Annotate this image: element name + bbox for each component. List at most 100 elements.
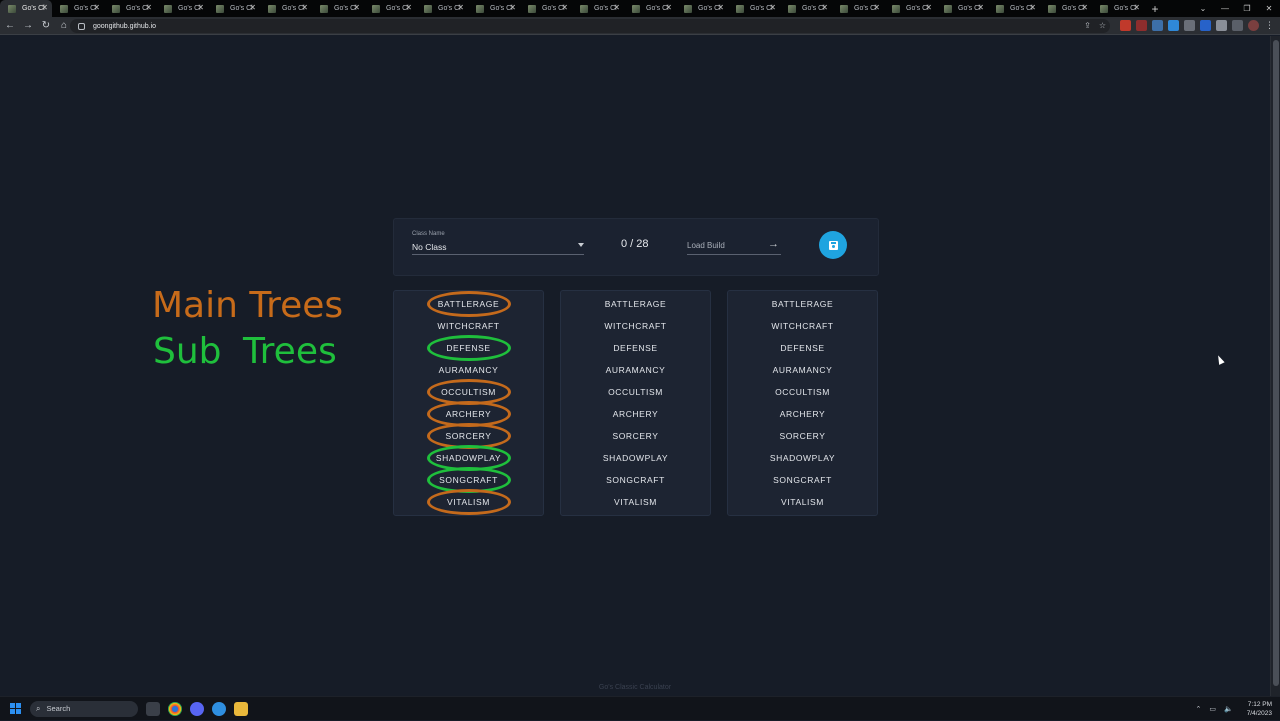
browser-tab[interactable]: Go's Cl ✕: [884, 0, 936, 17]
browser-tab[interactable]: Go's Cl ✕: [0, 0, 52, 17]
tab-close-icon[interactable]: ✕: [405, 3, 412, 13]
browser-tab[interactable]: Go's Cl ✕: [156, 0, 208, 17]
bookmark-star-icon[interactable]: ☆: [1099, 21, 1106, 30]
extension-icon[interactable]: [1152, 20, 1163, 31]
discord-taskbar-icon[interactable]: [190, 701, 204, 716]
tab-close-icon[interactable]: ✕: [353, 3, 360, 13]
tab-close-icon[interactable]: ✕: [41, 3, 48, 13]
tab-close-icon[interactable]: ✕: [1081, 3, 1088, 13]
browser-tab[interactable]: Go's Cl ✕: [780, 0, 832, 17]
tree-item-witchcraft[interactable]: WITCHCRAFT: [561, 315, 710, 337]
extension-icon[interactable]: [1184, 20, 1195, 31]
forward-icon[interactable]: →: [20, 18, 36, 34]
volume-icon[interactable]: 🔈: [1224, 705, 1233, 713]
new-tab-button[interactable]: +: [1148, 2, 1162, 16]
file-explorer-icon[interactable]: [234, 701, 248, 716]
tree-item-archery[interactable]: ARCHERY: [561, 403, 710, 425]
tree-item-defense[interactable]: DEFENSE: [728, 337, 877, 359]
tab-close-icon[interactable]: ✕: [1029, 3, 1036, 13]
tree-item-shadowplay[interactable]: SHADOWPLAY: [561, 447, 710, 469]
browser-tab[interactable]: Go's Cl ✕: [1092, 0, 1144, 17]
extension-icon[interactable]: [1136, 20, 1147, 31]
side-panel-icon[interactable]: [1232, 20, 1243, 31]
minimize-icon[interactable]: —: [1214, 4, 1236, 13]
app-taskbar-icon[interactable]: [212, 701, 226, 716]
tree-item-sorcery[interactable]: SORCERY: [728, 425, 877, 447]
menu-kebab-icon[interactable]: ⋮: [1264, 20, 1275, 31]
tree-item-defense[interactable]: DEFENSE: [561, 337, 710, 359]
browser-tab[interactable]: Go's Cl ✕: [208, 0, 260, 17]
tree-item-battlerage[interactable]: BATTLERAGE: [561, 293, 710, 315]
tab-close-icon[interactable]: ✕: [561, 3, 568, 13]
address-bar[interactable]: goongithub.github.io ⇪ ☆: [70, 19, 1110, 33]
profile-avatar[interactable]: [1248, 20, 1259, 31]
tree-item-battlerage[interactable]: BATTLERAGE: [728, 293, 877, 315]
tree-item-sorcery[interactable]: SORCERY: [394, 425, 543, 447]
browser-tab[interactable]: Go's Cl ✕: [624, 0, 676, 17]
tab-close-icon[interactable]: ✕: [665, 3, 672, 13]
tree-item-occultism[interactable]: OCCULTISM: [561, 381, 710, 403]
save-build-button[interactable]: [819, 231, 847, 259]
browser-tab[interactable]: Go's Cl ✕: [728, 0, 780, 17]
tab-close-icon[interactable]: ✕: [873, 3, 880, 13]
tab-close-icon[interactable]: ✕: [249, 3, 256, 13]
tab-search-icon[interactable]: ⌄: [1192, 4, 1214, 13]
tree-item-songcraft[interactable]: SONGCRAFT: [728, 469, 877, 491]
chrome-taskbar-icon[interactable]: [168, 701, 182, 716]
page-scrollbar[interactable]: [1270, 36, 1280, 696]
extension-icon[interactable]: [1200, 20, 1211, 31]
tab-close-icon[interactable]: ✕: [509, 3, 516, 13]
tab-close-icon[interactable]: ✕: [925, 3, 932, 13]
tree-item-occultism[interactable]: OCCULTISM: [394, 381, 543, 403]
network-icon[interactable]: ▭: [1209, 705, 1216, 713]
tree-item-shadowplay[interactable]: SHADOWPLAY: [394, 447, 543, 469]
tree-item-witchcraft[interactable]: WITCHCRAFT: [394, 315, 543, 337]
tray-chevron-up-icon[interactable]: ⌃: [1195, 705, 1201, 713]
browser-tab[interactable]: Go's Cl ✕: [676, 0, 728, 17]
tree-item-defense[interactable]: DEFENSE: [394, 337, 543, 359]
taskbar-search[interactable]: ⌕ Search: [30, 700, 138, 717]
tab-close-icon[interactable]: ✕: [145, 3, 152, 13]
tree-item-archery[interactable]: ARCHERY: [394, 403, 543, 425]
tab-close-icon[interactable]: ✕: [613, 3, 620, 13]
tree-item-vitalism[interactable]: VITALISM: [728, 491, 877, 513]
browser-tab[interactable]: Go's Cl ✕: [520, 0, 572, 17]
tree-item-auramancy[interactable]: AURAMANCY: [394, 359, 543, 381]
tab-close-icon[interactable]: ✕: [977, 3, 984, 13]
tab-close-icon[interactable]: ✕: [197, 3, 204, 13]
load-build-input[interactable]: Load Build →: [687, 238, 781, 255]
tree-item-battlerage[interactable]: BATTLERAGE: [394, 293, 543, 315]
site-info-icon[interactable]: [78, 22, 85, 30]
browser-tab[interactable]: Go's Cl ✕: [104, 0, 156, 17]
browser-tab[interactable]: Go's Cl ✕: [52, 0, 104, 17]
tab-close-icon[interactable]: ✕: [93, 3, 100, 13]
scrollbar-thumb[interactable]: [1273, 40, 1279, 686]
browser-tab[interactable]: Go's Cl ✕: [832, 0, 884, 17]
arrow-right-icon[interactable]: →: [768, 238, 779, 250]
browser-tab[interactable]: Go's Cl ✕: [416, 0, 468, 17]
tree-item-auramancy[interactable]: AURAMANCY: [728, 359, 877, 381]
extension-icon[interactable]: [1120, 20, 1131, 31]
tab-close-icon[interactable]: ✕: [769, 3, 776, 13]
tree-item-songcraft[interactable]: SONGCRAFT: [561, 469, 710, 491]
tree-item-archery[interactable]: ARCHERY: [728, 403, 877, 425]
tree-item-auramancy[interactable]: AURAMANCY: [561, 359, 710, 381]
browser-tab[interactable]: Go's Cl ✕: [572, 0, 624, 17]
tab-close-icon[interactable]: ✕: [457, 3, 464, 13]
class-name-select[interactable]: Class Name No Class: [412, 231, 584, 255]
browser-tab[interactable]: Go's Cl ✕: [468, 0, 520, 17]
close-window-icon[interactable]: ✕: [1258, 4, 1280, 13]
reload-icon[interactable]: ↻: [38, 18, 54, 34]
task-view-icon[interactable]: [146, 701, 160, 716]
tab-close-icon[interactable]: ✕: [301, 3, 308, 13]
restore-icon[interactable]: ❐: [1236, 4, 1258, 13]
browser-tab[interactable]: Go's Cl ✕: [988, 0, 1040, 17]
browser-tab[interactable]: Go's Cl ✕: [936, 0, 988, 17]
puzzle-extensions-icon[interactable]: [1216, 20, 1227, 31]
extension-icon[interactable]: [1168, 20, 1179, 31]
browser-tab[interactable]: Go's Cl ✕: [260, 0, 312, 17]
tab-close-icon[interactable]: ✕: [821, 3, 828, 13]
browser-tab[interactable]: Go's Cl ✕: [312, 0, 364, 17]
tab-close-icon[interactable]: ✕: [717, 3, 724, 13]
tree-item-occultism[interactable]: OCCULTISM: [728, 381, 877, 403]
